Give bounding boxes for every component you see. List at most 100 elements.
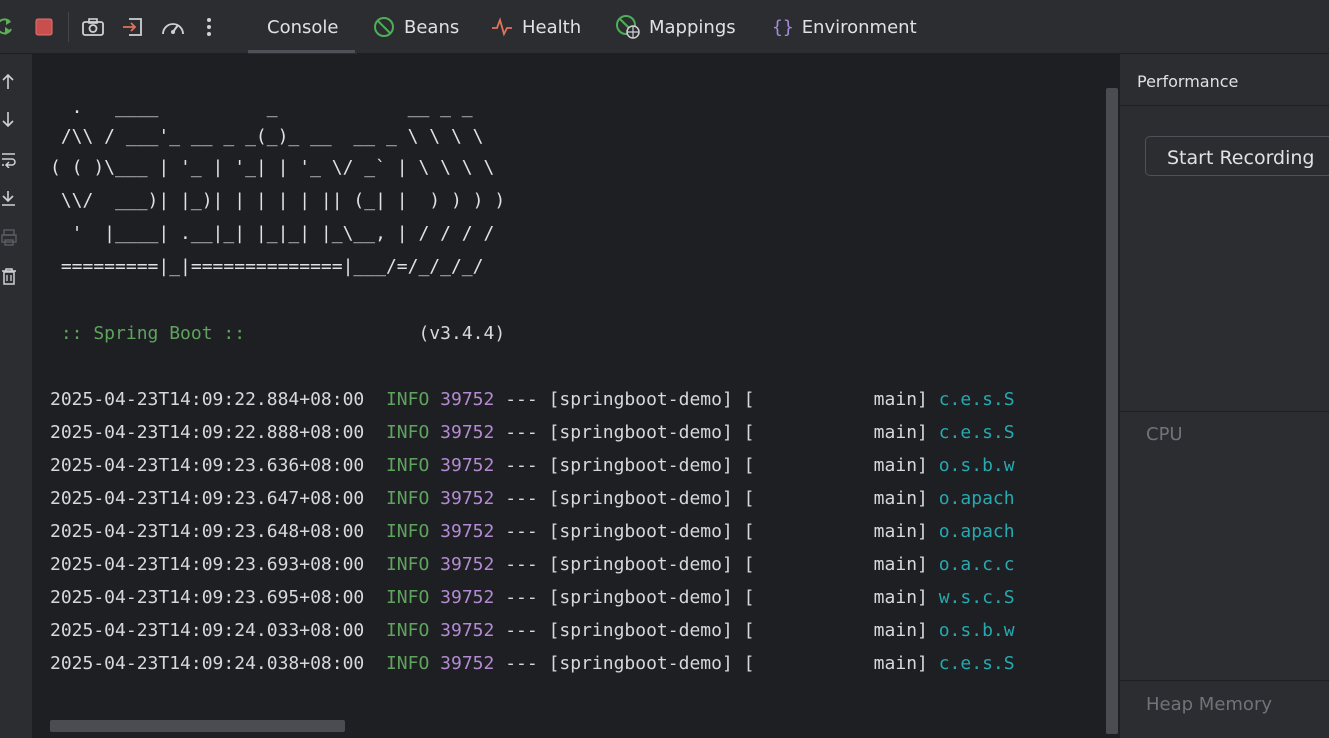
gauge-icon[interactable]	[160, 14, 184, 40]
exit-icon[interactable]	[121, 14, 145, 40]
banner-line: =========|_|==============|___/=/_/_/_/	[50, 256, 484, 277]
arrow-down-icon[interactable]	[0, 109, 18, 131]
log-pid: 39752	[440, 587, 495, 608]
log-app-name: [springboot-demo]	[548, 554, 733, 575]
spring-boot-line: :: Spring Boot :: (v3.4.4)	[50, 323, 505, 345]
run-toolbar: Console Beans Health Mappings {} Environ…	[0, 0, 1329, 54]
log-separator: ---	[505, 389, 538, 410]
log-pid: 39752	[440, 455, 495, 476]
log-line: 2025-04-23T14:09:23.648+08:00 INFO 39752…	[50, 521, 1015, 543]
log-pid: 39752	[440, 488, 495, 509]
print-icon[interactable]	[0, 226, 18, 248]
panel-divider	[1120, 105, 1329, 106]
banner-line: ' |____| .__|_| |_|_| |_\__, | / / / /	[50, 223, 495, 244]
console-output[interactable]: . ____ _ __ _ _ /\\ / ___'_ __ _ _(_)_ _…	[32, 54, 1105, 738]
tab-beans[interactable]: Beans	[372, 0, 459, 54]
arrow-up-icon[interactable]	[0, 70, 18, 92]
panel-divider	[1120, 680, 1329, 681]
stop-icon[interactable]	[32, 14, 56, 40]
log-thread: [ main]	[743, 653, 928, 674]
log-timestamp: 2025-04-23T14:09:22.884+08:00	[50, 389, 365, 410]
log-line: 2025-04-23T14:09:22.884+08:00 INFO 39752…	[50, 389, 1015, 411]
log-separator: ---	[505, 521, 538, 542]
pulse-icon	[490, 15, 514, 39]
log-logger: o.s.b.w	[938, 620, 1015, 641]
log-line: 2025-04-23T14:09:22.888+08:00 INFO 39752…	[50, 422, 1015, 444]
trash-icon[interactable]	[0, 265, 18, 287]
log-logger: o.s.b.w	[938, 455, 1015, 476]
cpu-label: CPU	[1146, 424, 1183, 445]
banner-line: /\\ / ___'_ __ _ _(_)_ __ __ _ \ \ \ \	[50, 126, 484, 147]
globe-icon	[615, 14, 641, 40]
log-app-name: [springboot-demo]	[548, 422, 733, 443]
vertical-scrollbar[interactable]	[1106, 88, 1118, 734]
horizontal-scrollbar[interactable]	[50, 720, 345, 732]
performance-panel: Performance Start Recording CPU Heap Mem…	[1119, 54, 1329, 738]
log-thread: [ main]	[743, 455, 928, 476]
log-line: 2025-04-23T14:09:23.695+08:00 INFO 39752…	[50, 587, 1015, 609]
log-level: INFO	[385, 620, 430, 641]
log-pid: 39752	[440, 653, 495, 674]
rerun-icon[interactable]	[0, 14, 18, 40]
log-line: 2025-04-23T14:09:23.693+08:00 INFO 39752…	[50, 554, 1015, 576]
soft-wrap-icon[interactable]	[0, 148, 18, 170]
tab-health[interactable]: Health	[490, 0, 581, 54]
log-logger: o.apach	[938, 521, 1015, 542]
tab-console-label: Console	[267, 16, 339, 38]
log-separator: ---	[505, 620, 538, 641]
camera-icon[interactable]	[81, 14, 105, 40]
log-logger: c.e.s.S	[938, 389, 1015, 410]
braces-icon: {}	[772, 16, 794, 38]
log-app-name: [springboot-demo]	[548, 653, 733, 674]
more-icon[interactable]	[197, 14, 221, 40]
tab-environment-label: Environment	[801, 16, 917, 38]
log-logger: o.apach	[938, 488, 1015, 509]
tab-console[interactable]: Console	[248, 0, 358, 54]
log-thread: [ main]	[743, 554, 928, 575]
log-thread: [ main]	[743, 521, 928, 542]
log-level: INFO	[385, 455, 430, 476]
log-logger: c.e.s.S	[938, 422, 1015, 443]
spring-boot-version: (v3.4.4)	[418, 323, 506, 344]
banner-line: \\/ ___)| |_)| | | | | || (_| | ) ) ) )	[50, 190, 506, 211]
log-separator: ---	[505, 422, 538, 443]
log-level: INFO	[385, 422, 430, 443]
banner-line: . ____ _ __ _ _	[50, 97, 473, 118]
heap-memory-label: Heap Memory	[1146, 694, 1272, 715]
tab-health-label: Health	[522, 16, 582, 38]
log-thread: [ main]	[743, 422, 928, 443]
log-timestamp: 2025-04-23T14:09:23.636+08:00	[50, 455, 365, 476]
performance-title: Performance	[1137, 72, 1239, 91]
console-gutter	[0, 54, 32, 738]
log-logger: o.a.c.c	[938, 554, 1015, 575]
log-timestamp: 2025-04-23T14:09:24.033+08:00	[50, 620, 365, 641]
log-app-name: [springboot-demo]	[548, 521, 733, 542]
log-timestamp: 2025-04-23T14:09:22.888+08:00	[50, 422, 365, 443]
toolbar-separator	[68, 12, 69, 42]
tab-mappings[interactable]: Mappings	[615, 0, 736, 54]
log-separator: ---	[505, 455, 538, 476]
log-pid: 39752	[440, 620, 495, 641]
tab-mappings-label: Mappings	[649, 16, 736, 38]
log-thread: [ main]	[743, 620, 928, 641]
active-tab-indicator	[248, 50, 355, 53]
bean-icon	[372, 15, 396, 39]
log-level: INFO	[385, 488, 430, 509]
log-pid: 39752	[440, 554, 495, 575]
panel-divider	[1120, 411, 1329, 412]
log-timestamp: 2025-04-23T14:09:23.648+08:00	[50, 521, 365, 542]
log-app-name: [springboot-demo]	[548, 488, 733, 509]
tab-environment[interactable]: {} Environment	[772, 0, 917, 54]
log-separator: ---	[505, 653, 538, 674]
log-pid: 39752	[440, 389, 495, 410]
start-recording-button[interactable]: Start Recording	[1145, 136, 1329, 176]
scroll-to-end-icon[interactable]	[0, 187, 18, 209]
banner-line: ( ( )\___ | '_ | '_| | '_ \/ _` | \ \ \ …	[50, 157, 495, 178]
tab-beans-label: Beans	[404, 16, 460, 38]
log-level: INFO	[385, 653, 430, 674]
log-pid: 39752	[440, 521, 495, 542]
log-line: 2025-04-23T14:09:23.636+08:00 INFO 39752…	[50, 455, 1015, 477]
log-line: 2025-04-23T14:09:24.033+08:00 INFO 39752…	[50, 620, 1015, 642]
spring-boot-label: :: Spring Boot ::	[50, 323, 246, 344]
log-level: INFO	[385, 554, 430, 575]
